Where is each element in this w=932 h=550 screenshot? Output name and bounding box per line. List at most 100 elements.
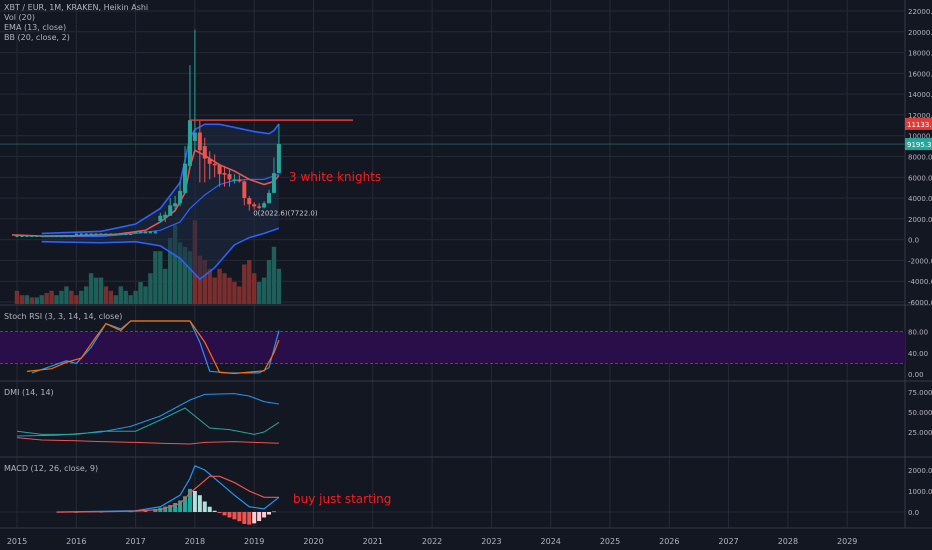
macd-hist-bar (262, 512, 267, 518)
macd-hist-bar (242, 512, 247, 524)
volume-bar (88, 273, 94, 304)
badge-last-text: 9195.3 (907, 141, 932, 149)
symbol-title[interactable]: XBT / EUR, 1M, KRAKEN, Heikin Ashi (4, 3, 148, 13)
x-tick-label: 2017 (125, 537, 145, 546)
volume-bar (153, 251, 158, 304)
candle (89, 233, 93, 235)
macd-hist-bar (227, 512, 232, 518)
macd-tick: 2000.0 (908, 467, 932, 475)
chart-root: 0(2022.6)(7722.0) 2015 2016 2017 2018 2019 20… (0, 0, 932, 550)
candle (114, 233, 118, 235)
candle (59, 235, 63, 237)
x-tick-label: 2016 (66, 537, 86, 546)
macd-hist-bar (202, 501, 207, 512)
candle (276, 144, 281, 174)
volume-bar (242, 264, 247, 304)
candle (25, 235, 29, 237)
badge-high-text: 11133.8 (907, 121, 932, 129)
volume-bar (247, 260, 252, 304)
vol-legend[interactable]: Vol (20) (4, 13, 148, 23)
macd-hist-bar (212, 510, 217, 512)
candle (227, 174, 232, 180)
di-minus-line (16, 437, 279, 445)
candle (134, 231, 138, 234)
y-tick-label: 14000.0 (908, 91, 932, 99)
volume-bar (59, 290, 64, 304)
candle (104, 233, 108, 235)
candle (94, 233, 98, 235)
volume-bar (34, 297, 39, 304)
volume-bar (19, 295, 25, 304)
candle (192, 132, 197, 141)
x-tick-label: 2029 (837, 537, 857, 546)
dmi-pane[interactable] (16, 393, 280, 445)
bb-legend[interactable]: BB (20, close, 2) (4, 33, 148, 43)
y-tick-label: -2000.0 (908, 257, 932, 265)
candle (99, 233, 103, 235)
volume-bar (232, 282, 237, 304)
annotation-knights[interactable]: 3 white knights (289, 170, 381, 184)
volume-bar (261, 277, 267, 304)
ema-legend[interactable]: EMA (13, close) (4, 23, 148, 33)
macd-legend[interactable]: MACD (12, 26, close, 9) (4, 464, 98, 474)
volume-bar (29, 297, 35, 304)
chart-canvas[interactable]: 0(2022.6)(7722.0) 2015 2016 2017 2018 2019 20… (0, 0, 932, 550)
candle (148, 231, 152, 234)
candle (183, 163, 188, 193)
y-tick-label: 4000.0 (908, 195, 932, 203)
candle (222, 173, 227, 175)
volume-bar (128, 295, 133, 304)
candle (187, 120, 192, 166)
stoch-legend[interactable]: Stoch RSI (3, 3, 14, 14, close) (4, 312, 122, 322)
volume-bar (79, 290, 84, 304)
volume-bar (98, 277, 104, 304)
axes: 2015 2016 2017 2018 2019 2020 2021 2022 2023 2024… (7, 8, 932, 546)
candle (163, 214, 168, 218)
volume-bar (276, 268, 282, 304)
candle (55, 235, 59, 237)
annotation-macd[interactable]: buy just starting (293, 492, 391, 506)
x-tick-label: 2020 (303, 537, 323, 546)
volume-bar (14, 290, 20, 304)
macd-hist-bar (257, 512, 262, 522)
dmi-tick: 50.0000 (908, 409, 932, 417)
volume-bar (217, 268, 222, 304)
volume-bar (54, 295, 59, 304)
volume-bar (103, 286, 109, 304)
y-tick-label: 16000.0 (908, 70, 932, 78)
candle (45, 235, 49, 237)
volume-bar (49, 290, 54, 304)
dmi-tick: 25.0000 (908, 429, 932, 437)
macd-tick: 0.0 (908, 509, 919, 517)
candle (15, 235, 19, 237)
macd-hist-bar (247, 512, 252, 525)
volume-bar (93, 277, 99, 304)
candle (84, 233, 88, 235)
x-tick-label: 2028 (778, 537, 798, 546)
dmi-legend[interactable]: DMI (14, 14) (4, 388, 54, 398)
macd-hist-bar (267, 512, 272, 515)
dmi-tick: 75.0000 (908, 389, 932, 397)
candle (158, 215, 163, 221)
candle (262, 203, 267, 208)
candle (237, 179, 242, 182)
stoch-tick: 80.00 (908, 329, 928, 337)
volume-bar (163, 268, 168, 304)
macd-hist-bar (192, 491, 197, 512)
candle (232, 179, 237, 181)
x-tick-label: 2019 (244, 537, 264, 546)
volume-bar (44, 293, 49, 304)
x-tick-label: 2021 (363, 537, 383, 546)
volume-bar (123, 290, 128, 304)
main-legend: XBT / EUR, 1M, KRAKEN, Heikin Ashi Vol (… (4, 3, 148, 43)
volume-bar (271, 246, 277, 304)
volume-bar (237, 286, 242, 304)
candle (79, 233, 83, 235)
candle (64, 235, 68, 237)
x-tick-label: 2027 (718, 537, 738, 546)
candle (267, 192, 272, 204)
candle (40, 235, 44, 237)
volume-bar (69, 290, 74, 304)
volume-bar (138, 282, 143, 304)
candle (20, 235, 24, 237)
